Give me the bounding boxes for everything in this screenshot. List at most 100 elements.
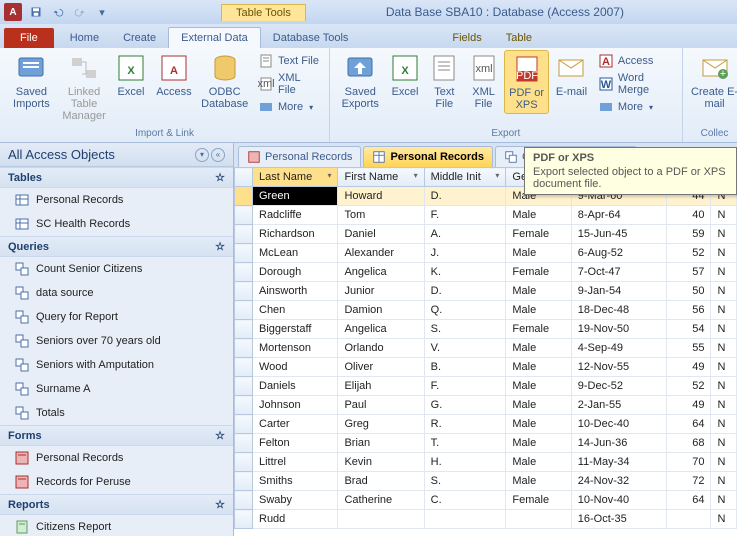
table-row[interactable]: GreenHowardD.Male9-Mar-6044N	[235, 187, 737, 206]
table-cell[interactable]: T.	[424, 434, 506, 453]
table-cell[interactable]: Alexander	[338, 244, 424, 263]
nav-item[interactable]: Records for Peruse	[0, 470, 233, 494]
table-cell[interactable]: Daniels	[253, 377, 338, 396]
table-cell[interactable]: N	[711, 320, 737, 339]
table-cell[interactable]: Wood	[253, 358, 338, 377]
nav-item[interactable]: Personal Records	[0, 446, 233, 470]
table-row[interactable]: BiggerstaffAngelicaS.Female19-Nov-5054N	[235, 320, 737, 339]
table-cell[interactable]: Greg	[338, 415, 424, 434]
table-cell[interactable]: Felton	[253, 434, 338, 453]
email-button[interactable]: E-mail	[551, 50, 592, 100]
export-xml-file-button[interactable]: xml XML File	[465, 50, 502, 112]
table-cell[interactable]: N	[711, 263, 737, 282]
table-cell[interactable]: 2-Jan-55	[571, 396, 666, 415]
select-all-cell[interactable]	[235, 168, 253, 187]
nav-section-reports[interactable]: Reports☆	[0, 494, 233, 515]
doc-tab-personal-records-1[interactable]: Personal Records	[238, 146, 361, 167]
table-cell[interactable]: F.	[424, 377, 506, 396]
table-cell[interactable]: Male	[506, 396, 571, 415]
nav-item[interactable]: Seniors over 70 years old	[0, 329, 233, 353]
nav-item[interactable]: Surname A	[0, 377, 233, 401]
table-cell[interactable]: Male	[506, 187, 571, 206]
table-cell[interactable]: 7-Oct-47	[571, 263, 666, 282]
row-selector[interactable]	[235, 396, 253, 415]
table-cell[interactable]: R.	[424, 415, 506, 434]
table-cell[interactable]: N	[711, 510, 737, 529]
table-cell[interactable]: Howard	[338, 187, 424, 206]
qat-dropdown-icon[interactable]: ▾	[92, 3, 112, 21]
table-cell[interactable]: D.	[424, 282, 506, 301]
table-row[interactable]: McLeanAlexanderJ.Male6-Aug-5252N	[235, 244, 737, 263]
table-cell[interactable]: 24-Nov-32	[571, 472, 666, 491]
table-cell[interactable]: 64	[666, 491, 711, 510]
table-cell[interactable]: 16-Oct-35	[571, 510, 666, 529]
table-cell[interactable]: N	[711, 187, 737, 206]
save-icon[interactable]	[26, 3, 46, 21]
table-cell[interactable]: Carter	[253, 415, 338, 434]
import-access-button[interactable]: A Access	[152, 50, 195, 100]
row-selector[interactable]	[235, 206, 253, 225]
row-selector[interactable]	[235, 244, 253, 263]
table-row[interactable]: DoroughAngelicaK.Female7-Oct-4757N	[235, 263, 737, 282]
table-cell[interactable]: 49	[666, 358, 711, 377]
undo-icon[interactable]	[48, 3, 68, 21]
export-excel-button[interactable]: X Excel	[386, 50, 423, 100]
table-cell[interactable]: 10-Nov-40	[571, 491, 666, 510]
table-cell[interactable]: Male	[506, 434, 571, 453]
table-cell[interactable]: Swaby	[253, 491, 338, 510]
table-cell[interactable]: Male	[506, 339, 571, 358]
table-row[interactable]: ChenDamionQ.Male18-Dec-4856N	[235, 301, 737, 320]
table-cell[interactable]: Rudd	[253, 510, 338, 529]
table-cell[interactable]: 19-Nov-50	[571, 320, 666, 339]
nav-section-queries[interactable]: Queries☆	[0, 236, 233, 257]
table-cell[interactable]: 59	[666, 225, 711, 244]
export-access-button[interactable]: AAccess	[594, 52, 676, 70]
column-header[interactable]: Gender▾	[506, 168, 571, 187]
table-cell[interactable]: 72	[666, 472, 711, 491]
table-cell[interactable]: Male	[506, 377, 571, 396]
table-row[interactable]: WoodOliverB.Male12-Nov-5549N	[235, 358, 737, 377]
row-selector[interactable]	[235, 187, 253, 206]
dropdown-icon[interactable]: ▾	[726, 173, 730, 182]
row-selector[interactable]	[235, 453, 253, 472]
table-cell[interactable]: 12-Nov-55	[571, 358, 666, 377]
dropdown-icon[interactable]: ▾	[327, 171, 331, 180]
table-cell[interactable]: Male	[506, 301, 571, 320]
column-header[interactable]: Last Name▾	[253, 168, 338, 187]
column-header[interactable]: Middle Init▾	[424, 168, 506, 187]
table-cell[interactable]: C.	[424, 491, 506, 510]
table-cell[interactable]: 10-Dec-40	[571, 415, 666, 434]
saved-imports-button[interactable]: Saved Imports	[6, 50, 57, 112]
table-cell[interactable]: Male	[506, 358, 571, 377]
table-cell[interactable]: Richardson	[253, 225, 338, 244]
table-cell[interactable]: Male	[506, 282, 571, 301]
column-header[interactable]: ▾	[711, 168, 737, 187]
create-email-button[interactable]: + Create E-mail	[689, 50, 737, 112]
table-cell[interactable]: Chen	[253, 301, 338, 320]
import-xml-file-button[interactable]: xmlXML File	[254, 71, 323, 97]
row-selector[interactable]	[235, 472, 253, 491]
export-text-file-button[interactable]: Text File	[426, 50, 463, 112]
row-selector[interactable]	[235, 510, 253, 529]
table-cell[interactable]: S.	[424, 472, 506, 491]
table-cell[interactable]: Green	[253, 187, 338, 206]
datasheet-grid[interactable]: Last Name▾First Name▾Middle Init▾Gender▾…	[234, 167, 737, 536]
table-cell[interactable]: 70	[666, 453, 711, 472]
table-cell[interactable]: Kevin	[338, 453, 424, 472]
nav-item[interactable]: Query for Report	[0, 305, 233, 329]
table-row[interactable]: FeltonBrianT.Male14-Jun-3668N	[235, 434, 737, 453]
table-cell[interactable]: Brad	[338, 472, 424, 491]
table-cell[interactable]: N	[711, 415, 737, 434]
column-header[interactable]: First Name▾	[338, 168, 424, 187]
dropdown-icon[interactable]: ▾	[700, 171, 704, 180]
table-cell[interactable]: Johnson	[253, 396, 338, 415]
table-cell[interactable]: Male	[506, 244, 571, 263]
table-cell[interactable]: 9-Mar-60	[571, 187, 666, 206]
table-cell[interactable]: 18-Dec-48	[571, 301, 666, 320]
table-cell[interactable]	[338, 510, 424, 529]
table-cell[interactable]: Smiths	[253, 472, 338, 491]
table-cell[interactable]: 9-Jan-54	[571, 282, 666, 301]
table-cell[interactable]: Orlando	[338, 339, 424, 358]
table-cell[interactable]: Angelica	[338, 263, 424, 282]
table-cell[interactable]: Male	[506, 453, 571, 472]
